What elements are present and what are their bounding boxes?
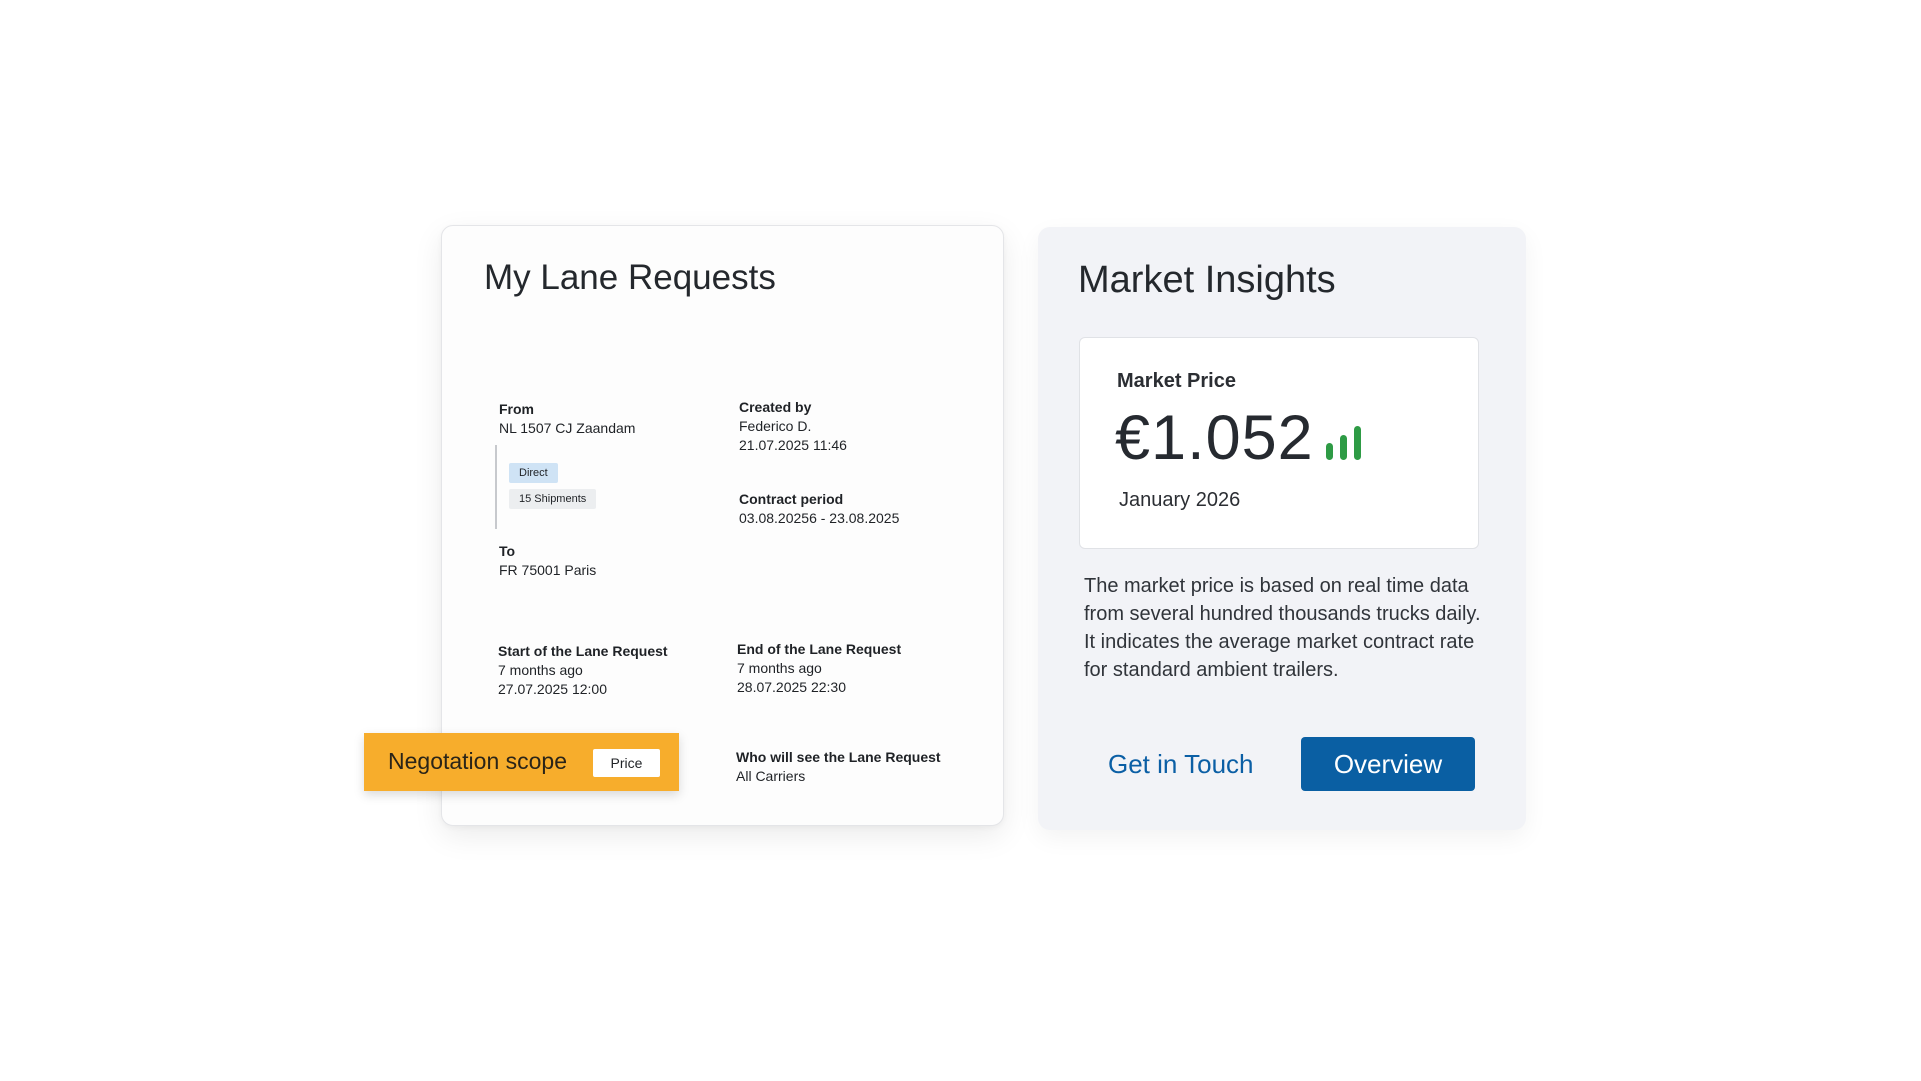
signal-bars-icon xyxy=(1326,426,1361,460)
market-price-label: Market Price xyxy=(1117,370,1236,392)
market-insights-title: Market Insights xyxy=(1078,259,1336,301)
market-price-month: January 2026 xyxy=(1119,489,1241,511)
start-relative: 7 months ago xyxy=(498,662,583,678)
end-label: End of the Lane Request xyxy=(737,641,902,657)
from-block: From NL 1507 CJ Zaandam xyxy=(499,400,635,438)
contract-period-label: Contract period xyxy=(739,491,844,507)
contract-period-block: Contract period 03.08.20256 - 23.08.2025 xyxy=(739,490,899,528)
start-date: 27.07.2025 12:00 xyxy=(498,681,607,697)
direct-tag: Direct xyxy=(509,463,558,483)
start-label: Start of the Lane Request xyxy=(498,643,668,659)
visibility-value: All Carriers xyxy=(736,768,806,784)
market-price-box: Market Price €1.052 January 2026 xyxy=(1079,337,1479,549)
route-line xyxy=(495,445,497,529)
to-value: FR 75001 Paris xyxy=(499,562,597,578)
market-price-value: €1.052 xyxy=(1115,403,1314,473)
end-relative: 7 months ago xyxy=(737,660,822,676)
lane-requests-title: My Lane Requests xyxy=(484,258,776,297)
market-description: The market price is based on real time d… xyxy=(1084,575,1481,681)
get-in-touch-button[interactable]: Get in Touch xyxy=(1092,737,1270,791)
overview-button[interactable]: Overview xyxy=(1301,737,1475,791)
market-insights-card: Market Insights Market Price €1.052 Janu… xyxy=(1038,227,1526,830)
visibility-block: Who will see the Lane Request All Carrie… xyxy=(736,748,941,786)
to-label: To xyxy=(499,543,516,559)
price-tag: Price xyxy=(593,749,660,777)
negotiation-scope-label: Negotation scope xyxy=(388,748,568,774)
contract-period-value: 03.08.20256 - 23.08.2025 xyxy=(739,510,900,526)
end-date: 28.07.2025 22:30 xyxy=(737,679,846,695)
created-by-name: Federico D. xyxy=(739,418,812,434)
shipments-tag: 15 Shipments xyxy=(509,489,597,509)
to-block: To FR 75001 Paris xyxy=(499,542,596,580)
created-by-label: Created by xyxy=(739,399,812,415)
end-block: End of the Lane Request 7 months ago 28.… xyxy=(737,640,901,697)
negotiation-scope-badge: Negotation scope Price xyxy=(364,733,679,791)
from-label: From xyxy=(499,401,534,417)
start-block: Start of the Lane Request 7 months ago 2… xyxy=(498,642,668,699)
from-value: NL 1507 CJ Zaandam xyxy=(499,420,636,436)
visibility-label: Who will see the Lane Request xyxy=(736,749,941,765)
created-by-block: Created by Federico D. 21.07.2025 11:46 xyxy=(739,398,847,455)
created-by-date: 21.07.2025 11:46 xyxy=(739,437,847,453)
